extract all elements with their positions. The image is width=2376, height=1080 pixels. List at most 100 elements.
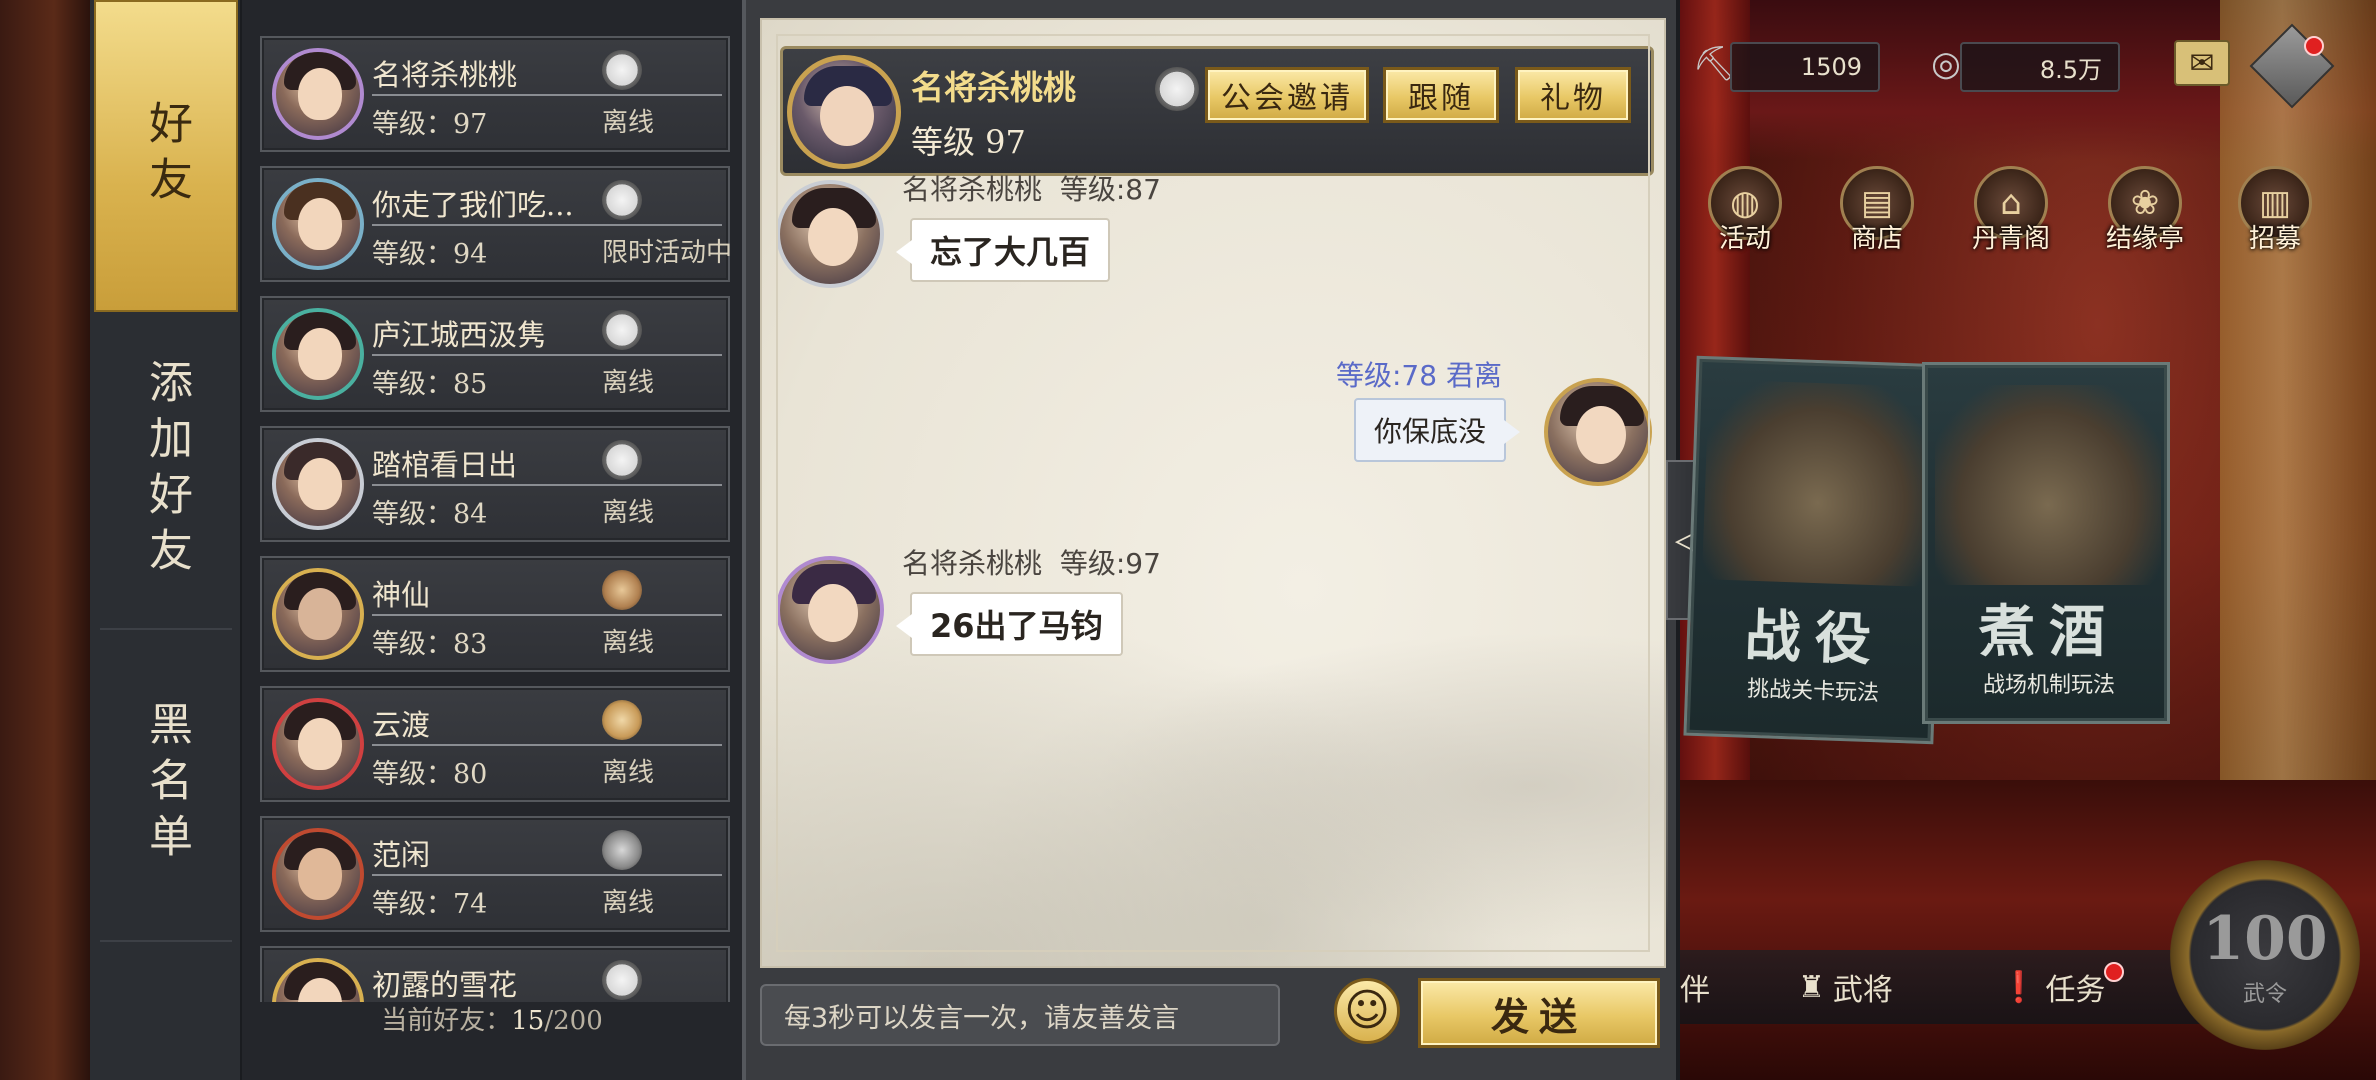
chat-log[interactable]: 名将杀桃桃 等级 97 公会邀请 跟随 礼物 名将杀桃桃 等级:87 忘了大几百… — [760, 18, 1668, 968]
chat-partner-level: 等级 97 — [911, 123, 1026, 161]
sender-name: 君离 — [1445, 359, 1502, 392]
chat-header: 名将杀桃桃 等级 97 公会邀请 跟随 礼物 — [780, 46, 1654, 176]
friend-count: 当前好友：15/200 — [242, 1000, 742, 1040]
friend-level: 等级：74 — [372, 889, 488, 920]
campaign-card[interactable]: 战役 挑战关卡玩法 — [1683, 355, 1947, 745]
friend-list[interactable]: 名将杀桃桃 等级：97 离线 你走了我们吃... 等级：94 限时活动中 庐江城… — [260, 36, 730, 1002]
tab-friends[interactable]: 好友 — [94, 0, 238, 312]
divider — [372, 354, 722, 356]
tab-blacklist-label: 黑名单 — [141, 701, 192, 869]
panda-icon — [602, 310, 642, 350]
friend-name: 神仙 — [372, 578, 431, 612]
card-art — [1935, 385, 2161, 585]
chat-partner-avatar[interactable] — [787, 55, 901, 169]
friend-row[interactable]: 范闲 等级：74 离线 — [260, 816, 730, 932]
chat-panel: 名将杀桃桃 等级 97 公会邀请 跟随 礼物 名将杀桃桃 等级:87 忘了大几百… — [742, 0, 1680, 1080]
friend-row[interactable]: 神仙 等级：83 离线 — [260, 556, 730, 672]
avatar — [272, 698, 364, 790]
notification-dot — [2304, 36, 2324, 56]
gift-button[interactable]: 礼物 — [1515, 67, 1631, 123]
tab-add-friend[interactable]: 添加好友 — [94, 316, 238, 626]
menu-jieyuan[interactable]: ❀ 结缘亭 — [2090, 166, 2200, 266]
divider — [372, 484, 722, 486]
bottom-nav — [1680, 950, 2200, 1024]
my-avatar[interactable] — [1544, 378, 1652, 486]
message-meta: 名将杀桃桃 等级:87 — [902, 168, 1161, 206]
nav-tasks[interactable]: ❗ 任务 — [2000, 962, 2105, 1012]
send-button[interactable]: 发送 — [1418, 978, 1660, 1048]
friend-count-total: /200 — [544, 1006, 603, 1036]
tab-friends-label: 好友 — [141, 100, 192, 212]
left-scenery — [0, 0, 90, 1080]
menu-activity[interactable]: ◍ 活动 — [1690, 166, 1800, 266]
nav-generals[interactable]: ♜ 武将 — [1798, 962, 1893, 1012]
nav-partial-label: 伴 — [1680, 973, 1710, 1008]
friends-panel: 名将杀桃桃 等级：97 离线 你走了我们吃... 等级：94 限时活动中 庐江城… — [242, 0, 742, 1080]
divider — [372, 874, 722, 876]
friend-status: 离线 — [602, 108, 655, 138]
avatar[interactable] — [776, 556, 884, 664]
menu-danqing[interactable]: ⌂ 丹青阁 — [1956, 166, 2066, 266]
avatar — [272, 828, 364, 920]
menu-label: 招募 — [2248, 224, 2301, 254]
tab-add-friend-label: 添加好友 — [141, 359, 192, 583]
divider — [372, 224, 722, 226]
helmet-icon: ♜ — [1798, 969, 1825, 1005]
message-bubble: 26出了马钧 — [896, 592, 1123, 656]
friend-name: 范闲 — [372, 838, 431, 872]
tab-blacklist[interactable]: 黑名单 — [94, 632, 238, 938]
divider — [372, 744, 722, 746]
friend-row[interactable]: 庐江城西汲隽 等级：85 离线 — [260, 296, 730, 412]
friend-row[interactable]: 你走了我们吃... 等级：94 限时活动中 — [260, 166, 730, 282]
panda-icon — [602, 960, 642, 1000]
nav-tasks-label: 任务 — [2045, 973, 2106, 1008]
card-art — [1701, 379, 1935, 587]
tab-divider — [100, 628, 232, 630]
wine-card[interactable]: 煮酒 战场机制玩法 — [1922, 362, 2170, 724]
chat-input-placeholder: 每3秒可以发言一次，请友善发言 — [784, 1002, 1180, 1034]
friend-row[interactable]: 云渡 等级：80 离线 — [260, 686, 730, 802]
emoji-button[interactable]: ☺ — [1334, 978, 1400, 1044]
friend-tabs: 好友 添加好友 黑名单 — [90, 0, 242, 1080]
panda-icon — [602, 180, 642, 220]
menu-label: 活动 — [1718, 224, 1771, 254]
mail-icon[interactable]: ✉ — [2174, 40, 2230, 86]
friend-row[interactable]: 踏棺看日出 等级：84 离线 — [260, 426, 730, 542]
friend-status: 离线 — [602, 628, 655, 658]
friend-level: 等级：94 — [372, 239, 488, 270]
friend-name: 踏棺看日出 — [372, 448, 518, 482]
avatar — [272, 438, 364, 530]
gold-curtain — [2220, 0, 2376, 900]
message-bubble: 你保底没 — [1354, 398, 1521, 462]
friend-status: 离线 — [602, 888, 655, 918]
friend-level: 等级：83 — [372, 629, 488, 660]
resource-counter: 1509 — [1730, 42, 1880, 92]
nav-partial[interactable]: 伴 — [1680, 962, 1710, 1012]
ink-mountains — [762, 516, 1668, 966]
follow-button[interactable]: 跟随 — [1383, 67, 1499, 123]
message-meta: 等级:78 君离 — [1202, 354, 1502, 392]
friend-row[interactable]: 初露的雪花 — [260, 946, 730, 1002]
menu-shop[interactable]: ▤ 商店 — [1822, 166, 1932, 266]
friend-row[interactable]: 名将杀桃桃 等级：97 离线 — [260, 36, 730, 152]
dog-icon — [602, 570, 642, 610]
friend-level: 等级：84 — [372, 499, 488, 530]
tab-divider — [100, 940, 232, 942]
nav-generals-label: 武将 — [1832, 973, 1893, 1008]
friend-name: 你走了我们吃... — [372, 188, 574, 222]
guild-invite-button[interactable]: 公会邀请 — [1205, 67, 1369, 123]
card-title: 战役 — [1743, 602, 1887, 674]
badge-subtitle: 武令 — [2242, 982, 2287, 1007]
friend-level: 等级：97 — [372, 109, 488, 140]
friend-status: 限时活动中 — [602, 238, 730, 268]
avatar — [272, 958, 364, 1002]
sender-level: 等级:87 — [1059, 173, 1161, 206]
card-title: 煮酒 — [1979, 599, 2119, 665]
chat-input[interactable]: 每3秒可以发言一次，请友善发言 — [760, 984, 1280, 1046]
avatar[interactable] — [776, 180, 884, 288]
friend-count-current: 15 — [511, 1006, 545, 1036]
menu-recruit[interactable]: ▥ 招募 — [2220, 166, 2330, 266]
friend-level: 等级：85 — [372, 369, 488, 400]
divider — [372, 614, 722, 616]
fox-icon — [602, 700, 642, 740]
